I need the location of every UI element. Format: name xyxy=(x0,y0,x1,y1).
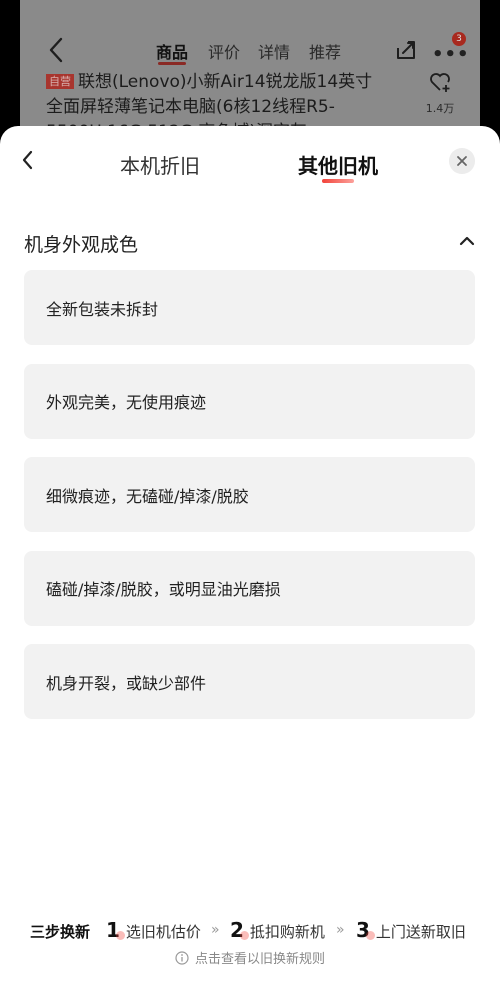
option-label: 全新包装未拆封 xyxy=(46,299,159,319)
step-text: 选旧机估价 xyxy=(125,923,201,941)
tab-other-device[interactable]: 其他旧机 xyxy=(298,150,378,179)
tab-product-underline xyxy=(158,62,186,65)
step-arrow-icon: » xyxy=(211,922,220,938)
step-3: 3 上门送新取旧 xyxy=(356,918,466,944)
option-label: 外观完美，无使用痕迹 xyxy=(46,393,207,412)
heart-plus-icon xyxy=(430,73,450,92)
step-text: 抵扣购新机 xyxy=(249,923,325,941)
sheet-header: 本机折旧 其他旧机 xyxy=(0,126,500,198)
condition-option-perfect[interactable]: 外观完美，无使用痕迹 xyxy=(24,363,475,439)
condition-options: 全新包装未拆封 外观完美，无使用痕迹 细微痕迹，无磕碰/掉漆/脱胶 磕碰/掉漆/… xyxy=(24,270,475,738)
notification-badge: 3 xyxy=(452,32,466,46)
back-arrow-icon[interactable] xyxy=(46,36,68,64)
condition-option-new-sealed[interactable]: 全新包装未拆封 xyxy=(24,270,475,345)
more-menu-icon[interactable]: ••• xyxy=(432,44,470,65)
step-number: 2 xyxy=(230,918,249,942)
tab-recommend[interactable]: 推荐 xyxy=(309,39,341,63)
rules-link-text: 点击查看以旧换新规则 xyxy=(194,952,325,967)
self-operated-tag: 自营 xyxy=(46,74,74,89)
chevron-up-icon[interactable] xyxy=(458,234,476,248)
tab-product[interactable]: 商品 xyxy=(156,39,188,63)
steps-title: 三步换新 xyxy=(30,923,91,941)
condition-option-cracked[interactable]: 机身开裂，或缺少部件 xyxy=(24,644,475,719)
tab-reviews[interactable]: 评价 xyxy=(208,39,240,63)
step-2: 2 抵扣购新机 xyxy=(230,918,325,944)
share-icon[interactable] xyxy=(394,38,418,62)
follow-widget[interactable]: 1.4万 xyxy=(420,70,460,116)
back-arrow-icon[interactable] xyxy=(18,148,38,172)
condition-option-dented[interactable]: 磕碰/掉漆/脱胶，或明显油光磨损 xyxy=(24,550,475,626)
option-label: 机身开裂，或缺少部件 xyxy=(46,673,207,693)
trade-in-rules-link[interactable]: 点击查看以旧换新规则 xyxy=(0,948,500,967)
option-label: 细微痕迹，无磕碰/掉漆/脱胶 xyxy=(46,486,249,506)
step-text: 上门送新取旧 xyxy=(375,923,466,941)
product-nav-bar: 商品 评价 详情 推荐 ••• 3 xyxy=(0,32,500,66)
trade-in-sheet: 本机折旧 其他旧机 机身外观成色 全新包装未拆封 外观完美，无使用痕迹 细微痕迹… xyxy=(0,126,500,982)
info-icon xyxy=(175,951,189,965)
trade-in-steps: 三步换新 1 选旧机估价 » 2 抵扣购新机 » 3 上门送新取旧 xyxy=(0,918,500,948)
step-number: 1 xyxy=(106,918,125,942)
close-icon[interactable] xyxy=(449,148,475,174)
section-title: 机身外观成色 xyxy=(24,234,139,256)
option-label: 磕碰/掉漆/脱胶，或明显油光磨损 xyxy=(46,580,281,599)
step-arrow-icon: » xyxy=(336,922,345,938)
active-tab-underline xyxy=(322,179,354,183)
tab-this-device[interactable]: 本机折旧 xyxy=(120,150,200,179)
step-1: 1 选旧机估价 xyxy=(106,918,201,944)
follow-count: 1.4万 xyxy=(425,102,455,115)
tab-details[interactable]: 详情 xyxy=(258,39,290,63)
condition-option-minor-marks[interactable]: 细微痕迹，无磕碰/掉漆/脱胶 xyxy=(24,457,475,532)
step-number: 3 xyxy=(356,918,375,942)
